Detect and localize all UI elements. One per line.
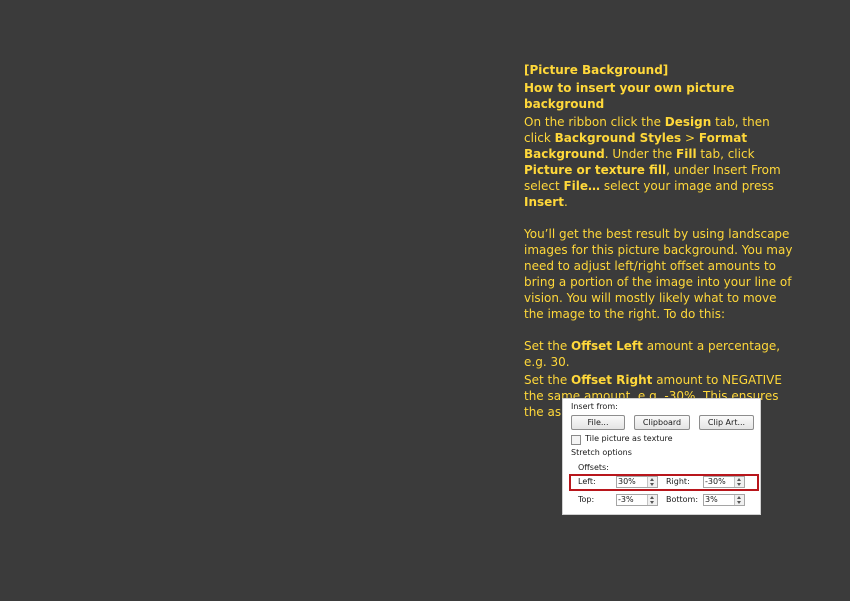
clipboard-button[interactable]: Clipboard: [634, 415, 690, 430]
instructions-paragraph-2: You’ll get the best result by using land…: [524, 227, 793, 321]
format-background-dialog-excerpt: Insert from: File... Clipboard Clip Art.…: [562, 398, 761, 515]
offsets-label: Offsets:: [578, 463, 609, 472]
right-label: Right:: [666, 477, 690, 486]
tile-checkbox[interactable]: [571, 435, 581, 445]
top-label: Top:: [578, 495, 595, 504]
left-offset-input[interactable]: 30%: [616, 476, 658, 488]
bottom-offset-input[interactable]: 3%: [703, 494, 745, 506]
instructions-heading: How to insert your own picture backgroun…: [524, 81, 735, 111]
right-offset-input[interactable]: -30%: [703, 476, 745, 488]
section-tag: [Picture Background]: [524, 63, 669, 77]
left-spinner[interactable]: [647, 477, 657, 487]
clip-art-button[interactable]: Clip Art...: [699, 415, 754, 430]
top-offset-input[interactable]: -3%: [616, 494, 658, 506]
left-label: Left:: [578, 477, 596, 486]
fill-tab-text: Fill: [676, 147, 697, 161]
instructions-panel: [Picture Background] How to insert your …: [524, 62, 794, 420]
right-spinner[interactable]: [734, 477, 744, 487]
design-tab-text: Design: [664, 115, 712, 129]
file-text: File…: [563, 179, 601, 193]
insert-from-label: Insert from:: [571, 402, 618, 411]
top-spinner[interactable]: [647, 495, 657, 505]
bottom-label: Bottom:: [666, 495, 699, 504]
offset-left-text: Offset Left: [571, 339, 643, 353]
tile-label: Tile picture as texture: [585, 434, 673, 443]
picture-fill-text: Picture or texture fill: [524, 163, 667, 177]
stretch-options-label: Stretch options: [571, 448, 632, 457]
file-button[interactable]: File...: [571, 415, 625, 430]
background-styles-text: Background Styles: [554, 131, 682, 145]
insert-text: Insert: [524, 195, 564, 209]
instructions-paragraph-1: On the ribbon click the Design tab, then…: [524, 115, 781, 209]
offset-right-text: Offset Right: [571, 373, 653, 387]
instructions-paragraph-3: Set the Offset Left amount a percentage,…: [524, 339, 781, 369]
bottom-spinner[interactable]: [734, 495, 744, 505]
